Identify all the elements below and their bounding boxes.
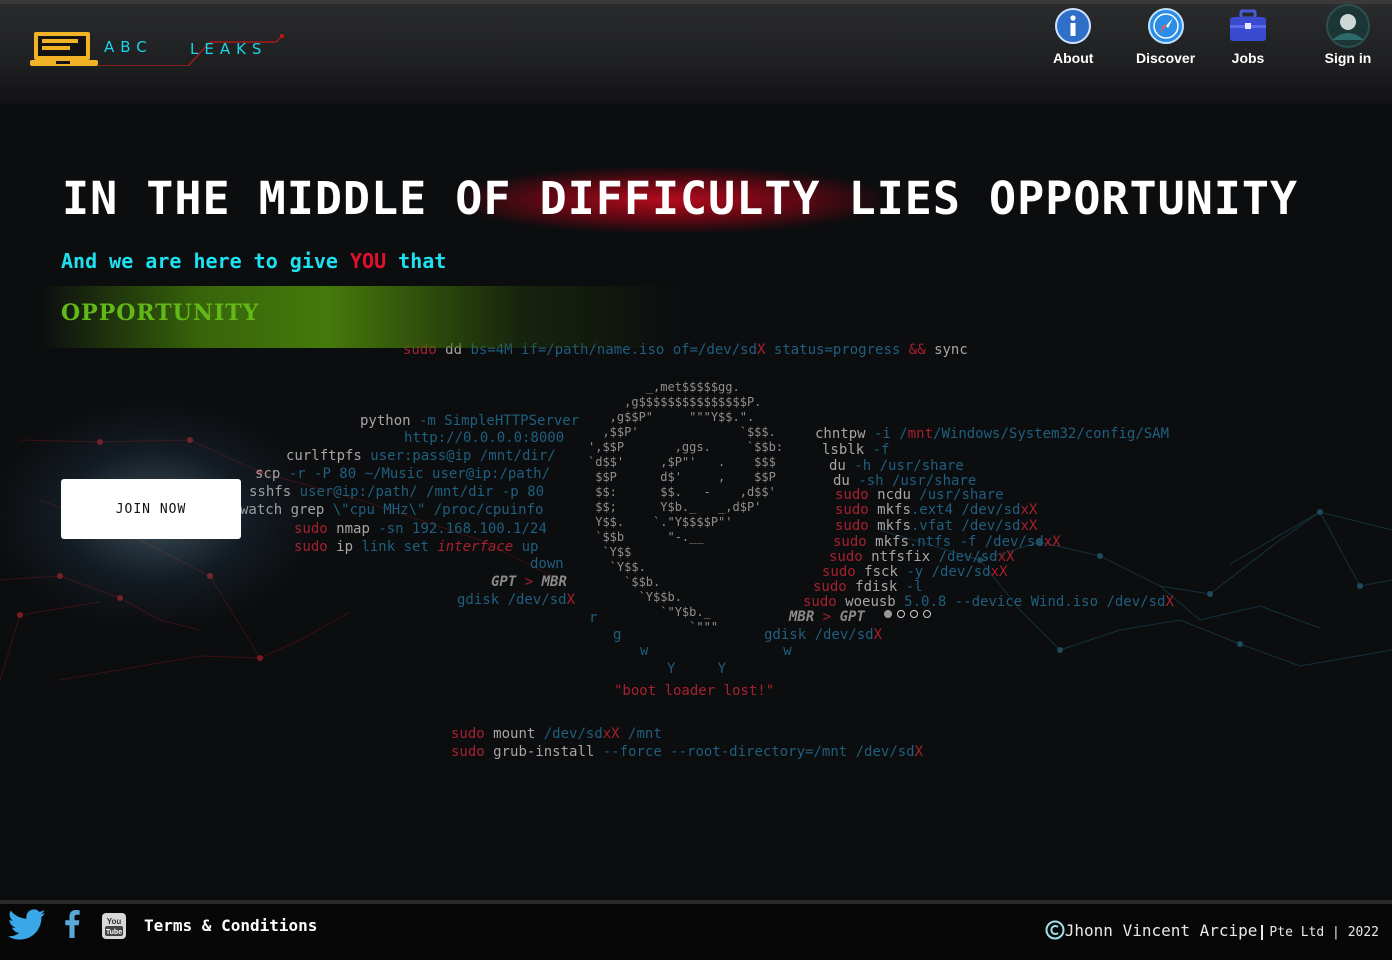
nav-sign-in-label: Sign in bbox=[1324, 50, 1372, 66]
copyright-icon bbox=[1045, 920, 1065, 940]
facebook-icon[interactable] bbox=[62, 910, 82, 938]
terminal-line: sudo grub-install --force --root-directo… bbox=[451, 744, 924, 760]
terminal-line: du -h /usr/share bbox=[829, 458, 964, 474]
carousel-dot[interactable] bbox=[910, 610, 918, 618]
terminal-line: sudo mount /dev/sdxX /mnt bbox=[451, 726, 662, 742]
copyright-name: Jhonn Vincent Arcipe bbox=[1064, 921, 1258, 940]
youtube-icon[interactable]: You Tube bbox=[101, 912, 127, 940]
carousel-dot[interactable] bbox=[923, 610, 931, 618]
laptop-logo-icon bbox=[30, 32, 98, 66]
terminal-line: curlftpfs user:pass@ip /mnt/dir/ bbox=[286, 448, 556, 464]
sub-text-end: that bbox=[386, 249, 447, 273]
terminal-line: g bbox=[613, 627, 622, 643]
terminal-line: sudo ip link set interface up bbox=[294, 539, 539, 555]
nav-discover[interactable]: Discover bbox=[1136, 8, 1195, 66]
terminal-line: lsblk -f bbox=[822, 442, 890, 458]
sub-text-you: YOU bbox=[349, 249, 387, 273]
terminal-line: sudo mkfs.ntfs -f /dev/sdxX bbox=[833, 534, 1061, 550]
terminal-line: sudo nmap -sn 192.168.100.1/24 bbox=[294, 521, 547, 537]
brand-name-left: ABC bbox=[104, 38, 153, 56]
nav-discover-label: Discover bbox=[1136, 50, 1196, 66]
sub-text-start: And we are here to give bbox=[61, 249, 350, 273]
user-avatar-icon bbox=[1326, 4, 1370, 48]
join-now-button[interactable]: JOIN NOW bbox=[61, 479, 241, 539]
nav-about-label: About bbox=[1053, 50, 1094, 66]
briefcase-icon bbox=[1230, 9, 1266, 41]
nav-sign-in[interactable]: Sign in bbox=[1322, 4, 1374, 66]
terminal-line: sudo fdisk -l bbox=[813, 579, 923, 595]
copyright-text: Jhonn Vincent Arcipe Pte Ltd | 2022 bbox=[1045, 920, 1379, 940]
svg-text:You: You bbox=[107, 917, 122, 926]
terminal-line: "boot loader lost!" bbox=[614, 683, 775, 699]
nav-about[interactable]: About bbox=[1053, 8, 1093, 66]
terminal-line: w w bbox=[640, 643, 792, 659]
terminal-line: sudo ntfsfix /dev/sdxX bbox=[829, 549, 1015, 565]
nav-jobs-label: Jobs bbox=[1231, 50, 1265, 66]
carousel-dot[interactable] bbox=[884, 610, 892, 618]
brand-logo[interactable]: ABC LEAKS bbox=[28, 26, 288, 70]
terminal-line: python -m SimpleHTTPServer bbox=[360, 413, 580, 429]
terminal-line: Y Y bbox=[667, 661, 727, 677]
terminal-line: sudo woeusb 5.0.8 --device Wind.iso /dev… bbox=[803, 594, 1174, 610]
terminal-line: GPT > MBR bbox=[491, 574, 567, 590]
carousel-dot[interactable] bbox=[897, 610, 905, 618]
hero-subheadline: And we are here to give YOU that bbox=[61, 249, 446, 273]
terms-and-conditions-link[interactable]: Terms & Conditions bbox=[144, 916, 317, 935]
twitter-icon[interactable] bbox=[8, 909, 46, 941]
brand-name-right: LEAKS bbox=[190, 40, 268, 58]
debian-ascii-art: _,met$$$$$gg. ,g$$$$$$$$$$$$$$$P. ,g$$P"… bbox=[588, 380, 784, 634]
compass-icon bbox=[1147, 8, 1184, 44]
terminal-line: http://0.0.0.0:8000 bbox=[404, 430, 565, 446]
hero-headline: IN THE MIDDLE OF DIFFICULTY LIES OPPORTU… bbox=[62, 172, 1299, 225]
hero-opportunity: OPPORTUNITY bbox=[61, 300, 260, 326]
terminal-line: MBR > GPT bbox=[789, 609, 865, 625]
terminal-line: gdisk /dev/sdX bbox=[457, 592, 576, 608]
info-icon bbox=[1055, 8, 1092, 44]
terminal-line: sudo fsck -y /dev/sdxX bbox=[822, 564, 1008, 580]
terminal-line: r bbox=[589, 610, 598, 626]
carousel-indicator bbox=[884, 610, 931, 618]
copyright-rest: Pte Ltd | 2022 bbox=[1261, 925, 1379, 940]
terminal-line: sudo mkfs.vfat /dev/sdxX bbox=[835, 518, 1038, 534]
terminal-line: down bbox=[530, 556, 564, 572]
terminal-line: sudo mkfs.ext4 /dev/sdxX bbox=[835, 502, 1038, 518]
terminal-line: sudo ncdu /usr/share bbox=[835, 487, 1004, 503]
terminal-line: chntpw -i /mnt/Windows/System32/config/S… bbox=[815, 426, 1170, 442]
svg-text:Tube: Tube bbox=[106, 929, 122, 936]
nav-jobs[interactable]: Jobs bbox=[1228, 8, 1268, 66]
